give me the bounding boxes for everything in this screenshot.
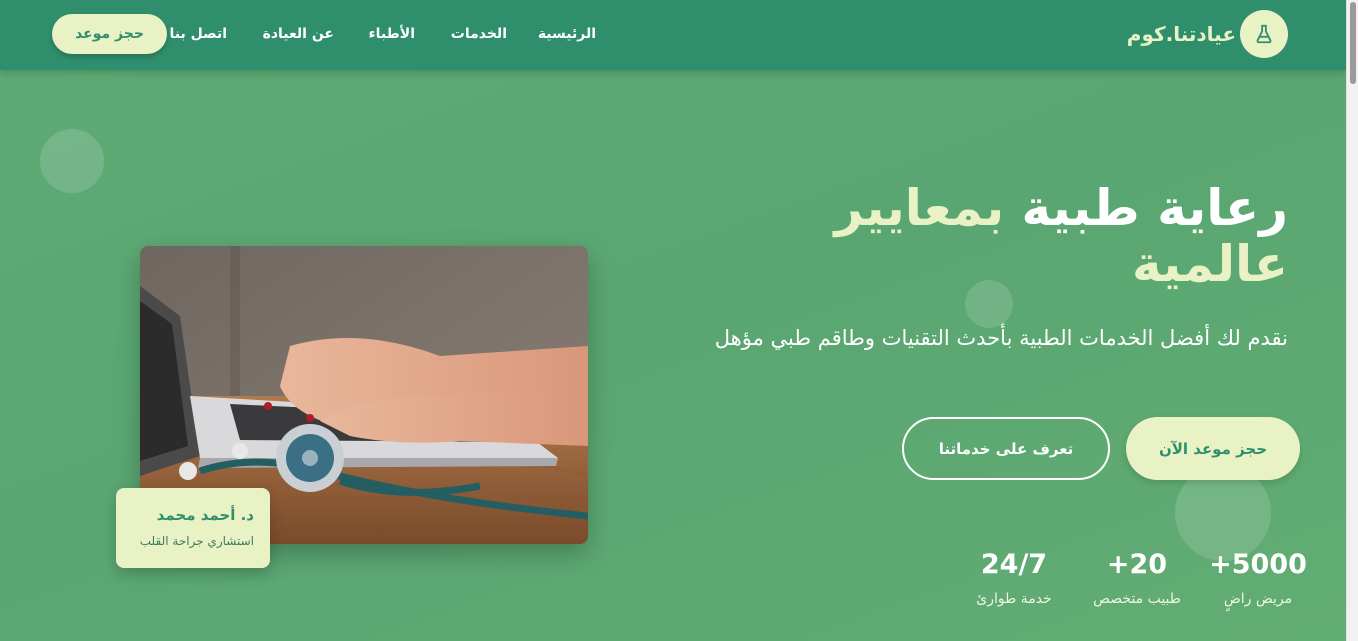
- logo-text: عيادتنا.كوم: [1126, 22, 1236, 46]
- explore-services-button[interactable]: تعرف على خدماتنا: [902, 417, 1110, 480]
- flask-icon: [1240, 10, 1288, 58]
- book-appointment-button[interactable]: حجز موعد: [52, 14, 167, 54]
- decorative-circle: [40, 129, 104, 193]
- stat-label: مريض راضٍ: [1223, 591, 1293, 607]
- nav-item-doctors[interactable]: الأطباء: [368, 26, 415, 42]
- doctor-name: د. أحمد محمد: [156, 506, 254, 524]
- book-now-button[interactable]: حجز موعد الآن: [1126, 417, 1300, 480]
- nav-item-home[interactable]: الرئيسية: [538, 26, 596, 42]
- site-header: عيادتنا.كوم الرئيسية الخدمات الأطباء عن …: [0, 0, 1346, 70]
- doctor-role: استشاري جراحة القلب: [139, 534, 254, 548]
- stat-emergency: 24/7 خدمة طوارئ: [962, 549, 1066, 607]
- hero-subtitle: نقدم لك أفضل الخدمات الطبية بأحدث التقني…: [714, 326, 1288, 350]
- nav-item-about[interactable]: عن العيادة: [263, 26, 334, 42]
- stat-label: طبيب متخصص: [1093, 591, 1181, 607]
- nav-item-contact[interactable]: اتصل بنا: [170, 26, 227, 42]
- hero-title: رعاية طبية بمعايير عالمية: [768, 180, 1288, 292]
- nav-item-services[interactable]: الخدمات: [451, 26, 507, 42]
- stat-value: 5000+: [1209, 549, 1307, 580]
- doctor-card: د. أحمد محمد استشاري جراحة القلب: [116, 488, 270, 568]
- page: عيادتنا.كوم الرئيسية الخدمات الأطباء عن …: [0, 0, 1346, 641]
- logo[interactable]: عيادتنا.كوم: [1127, 10, 1288, 58]
- stat-value: 20+: [1106, 549, 1168, 580]
- scrollbar-thumb[interactable]: [1350, 2, 1356, 84]
- stat-label: خدمة طوارئ: [976, 591, 1052, 607]
- stat-patients: 5000+ مريض راضٍ: [1208, 549, 1308, 607]
- stat-doctors: 20+ طبيب متخصص: [1082, 549, 1192, 607]
- hero-title-main: رعاية طبية: [1021, 179, 1288, 237]
- stat-value: 24/7: [980, 549, 1048, 580]
- scrollbar[interactable]: [1346, 0, 1358, 641]
